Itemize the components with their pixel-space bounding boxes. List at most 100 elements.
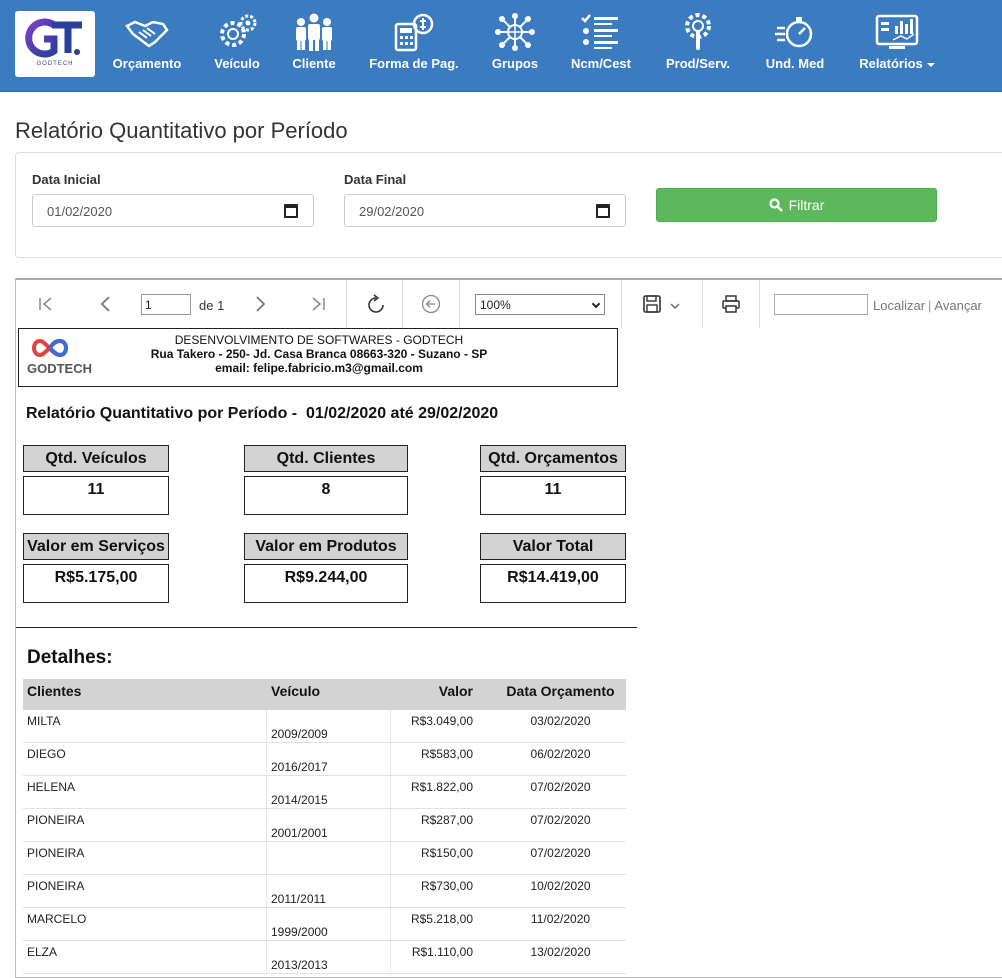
section-divider	[16, 627, 637, 628]
client-cell: MARCELO	[23, 908, 267, 940]
page-count-label: de 1	[199, 298, 225, 313]
table-row: PIONEIRA 2001/2001 R$287,00 07/02/2020	[23, 809, 626, 842]
column-header: Valor	[438, 683, 473, 699]
qtd-clientes-value: 8	[244, 476, 408, 515]
zoom-select[interactable]: 100%	[475, 294, 605, 315]
brand-logo[interactable]: GODTECH	[15, 11, 95, 77]
vehicle-cell: 2001/2001	[267, 809, 391, 841]
nav-ncm-cest[interactable]: Ncm/Cest	[566, 12, 636, 78]
nav-prod-serv[interactable]: Prod/Serv.	[661, 12, 735, 78]
table-row: ELZA 2013/2013 R$1.110,00 13/02/2020	[23, 941, 626, 974]
valor-produtos-value: R$9.244,00	[244, 564, 408, 603]
company-address: Rua Takero - 250- Jd. Casa Branca 08663-…	[150, 347, 488, 361]
qtd-veiculos-label: Qtd. Veículos	[23, 445, 169, 472]
vehicle-cell: 2009/2009	[267, 710, 391, 742]
vehicle-cell: 2016/2017	[267, 743, 391, 775]
valor-servicos-value: R$5.175,00	[23, 564, 169, 603]
date-cell: 11/02/2020	[530, 912, 591, 926]
back-arrow-icon[interactable]	[421, 294, 441, 314]
value-cell: R$730,00	[420, 879, 473, 893]
calendar-icon[interactable]	[596, 204, 610, 218]
details-table: Clientes Veículo Valor Data Orçamento MI…	[23, 679, 626, 974]
end-date-label: Data Final	[344, 172, 407, 187]
client-cell: PIONEIRA	[23, 875, 267, 907]
find-link[interactable]: Localizar	[873, 298, 925, 313]
date-cell: 07/02/2020	[530, 780, 591, 794]
client-cell: PIONEIRA	[23, 842, 267, 874]
find-input[interactable]	[774, 294, 868, 315]
viewer-toolbar: 1 de 1 100% Localizar | Avançar	[16, 280, 1002, 328]
chevron-down-icon	[926, 62, 935, 67]
separator: |	[928, 298, 932, 313]
table-row: PIONEIRA 2011/2011 R$730,00 10/02/2020	[23, 875, 626, 908]
report-page: GODTECH DESENVOLVIMENTO DE SOFTWARES - G…	[16, 328, 1002, 977]
toolbar-divider	[459, 280, 460, 328]
end-date-input[interactable]: 29/02/2020	[344, 194, 626, 227]
handshake-icon	[125, 20, 169, 48]
qtd-veiculos-value: 11	[23, 476, 169, 515]
gt-logo-icon	[25, 18, 82, 58]
table-row: HELENA 2014/2015 R$1.822,00 07/02/2020	[23, 776, 626, 809]
valor-servicos-label: Valor em Serviços	[23, 533, 169, 560]
find-controls: Localizar | Avançar	[873, 298, 982, 313]
print-icon[interactable]	[721, 294, 741, 314]
date-cell: 13/02/2020	[530, 945, 591, 959]
vehicle-cell: 2013/2013	[267, 941, 391, 973]
company-name: DESENVOLVIMENTO DE SOFTWARES - GODTECH	[174, 333, 464, 347]
start-date-input[interactable]: 01/02/2020	[32, 194, 314, 227]
svg-text:GODTECH: GODTECH	[27, 361, 92, 376]
calendar-icon[interactable]	[284, 204, 298, 218]
table-header: Clientes Veículo Valor Data Orçamento	[23, 679, 626, 710]
checklist-icon	[581, 14, 618, 49]
valor-total-label: Valor Total	[480, 533, 626, 560]
network-globe-icon	[495, 13, 535, 51]
nav-grupos[interactable]: Grupos	[488, 12, 542, 78]
page-number-input[interactable]: 1	[141, 294, 191, 315]
previous-page-icon[interactable]	[96, 294, 116, 314]
first-page-icon[interactable]	[36, 294, 56, 314]
nav-orcamento[interactable]: Orçamento	[108, 12, 186, 78]
next-page-icon[interactable]	[250, 294, 270, 314]
chevron-down-icon[interactable]	[669, 294, 681, 314]
nav-forma-pagamento[interactable]: Forma de Pag.	[364, 12, 464, 78]
vehicle-cell	[267, 842, 391, 874]
value-cell: R$3.049,00	[410, 714, 473, 728]
nav-cliente[interactable]: Cliente	[287, 12, 341, 78]
refresh-icon[interactable]	[365, 294, 387, 316]
nav-veiculo[interactable]: Veículo	[208, 12, 266, 78]
gears-icon	[220, 14, 257, 47]
last-page-icon[interactable]	[308, 294, 328, 314]
report-viewer: 1 de 1 100% Localizar|Avançar GODTECH	[15, 278, 1002, 978]
date-cell: 07/02/2020	[530, 846, 591, 860]
column-header: Data Orçamento	[506, 683, 615, 699]
nav-und-med[interactable]: Und. Med	[760, 12, 830, 78]
toolbar-divider	[621, 280, 622, 328]
value-cell: R$583,00	[420, 747, 473, 761]
column-header: Clientes	[27, 683, 82, 699]
client-cell: PIONEIRA	[23, 809, 267, 841]
value-cell: R$150,00	[420, 846, 473, 860]
nav-relatorios-dropdown[interactable]: Relatórios	[855, 12, 939, 78]
value-cell: R$1.822,00	[410, 780, 473, 794]
table-row: MARCELO 1999/2000 R$5.218,00 11/02/2020	[23, 908, 626, 941]
table-row: MILTA 2009/2009 R$3.049,00 03/02/2020	[23, 710, 626, 743]
column-header: Veículo	[271, 683, 321, 699]
brand-subtitle: GODTECH	[36, 61, 74, 67]
company-email: email: felipe.fabricio.m3@gmail.com	[215, 361, 423, 375]
qtd-clientes-label: Qtd. Clientes	[244, 445, 408, 472]
qtd-orcamentos-value: 11	[480, 476, 626, 515]
value-cell: R$5.218,00	[410, 912, 473, 926]
report-header: GODTECH DESENVOLVIMENTO DE SOFTWARES - G…	[18, 328, 618, 387]
date-cell: 07/02/2020	[530, 813, 591, 827]
save-icon[interactable]	[642, 294, 662, 314]
vehicle-cell: 1999/2000	[267, 908, 391, 940]
date-cell: 10/02/2020	[530, 879, 591, 893]
vehicle-cell: 2014/2015	[267, 776, 391, 808]
wrench-gear-icon	[685, 13, 711, 50]
details-heading: Detalhes:	[27, 647, 113, 668]
page-title: Relatório Quantitativo por Período	[15, 118, 348, 143]
valor-total-value: R$14.419,00	[480, 564, 626, 603]
filter-button[interactable]: Filtrar	[656, 188, 937, 222]
find-next-link[interactable]: Avançar	[934, 298, 981, 313]
client-cell: MILTA	[23, 710, 267, 742]
